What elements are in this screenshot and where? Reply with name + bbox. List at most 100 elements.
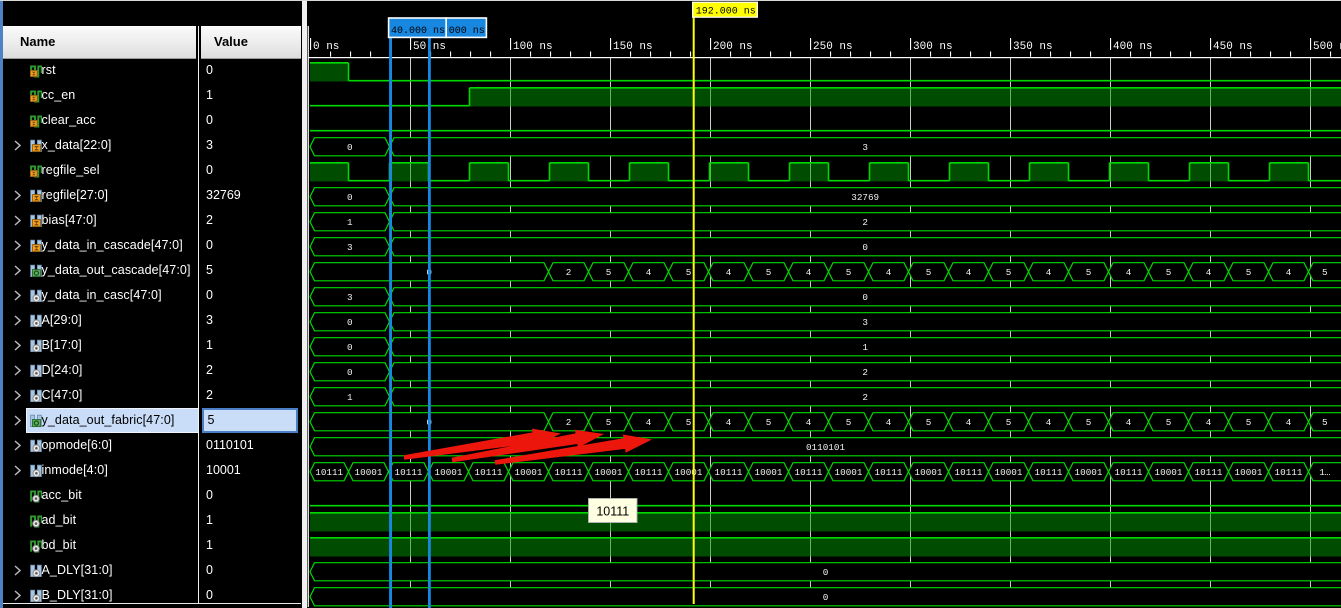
svg-text:100 ns: 100 ns (513, 41, 553, 53)
svg-text:2: 2 (566, 417, 572, 428)
svg-text:10111: 10111 (315, 467, 343, 478)
svg-text:10001: 10001 (995, 467, 1023, 478)
svg-text:5: 5 (606, 267, 612, 278)
svg-text:0: 0 (823, 592, 829, 603)
svg-text:450 ns: 450 ns (1213, 41, 1253, 53)
svg-text:2: 2 (862, 367, 868, 378)
svg-text:10001: 10001 (1075, 467, 1103, 478)
svg-text:5: 5 (1322, 267, 1328, 278)
svg-text:10111: 10111 (795, 467, 823, 478)
svg-text:000 ns: 000 ns (449, 26, 485, 37)
svg-text:10001: 10001 (1235, 467, 1263, 478)
svg-text:1…: 1… (1319, 467, 1331, 478)
svg-text:10001: 10001 (755, 467, 783, 478)
svg-text:5: 5 (1006, 267, 1012, 278)
svg-text:0: 0 (347, 367, 353, 378)
svg-text:4: 4 (1286, 417, 1292, 428)
svg-text:200 ns: 200 ns (713, 41, 753, 53)
svg-text:1: 1 (347, 392, 353, 403)
svg-text:400 ns: 400 ns (1113, 41, 1153, 53)
svg-text:5: 5 (1086, 267, 1092, 278)
svg-text:5: 5 (1166, 417, 1172, 428)
svg-text:350 ns: 350 ns (1013, 41, 1053, 53)
svg-text:5: 5 (1166, 267, 1172, 278)
svg-text:1: 1 (347, 217, 353, 228)
svg-text:10001: 10001 (515, 467, 543, 478)
svg-text:0: 0 (862, 242, 868, 253)
svg-text:150 ns: 150 ns (613, 41, 653, 53)
svg-text:0: 0 (347, 142, 353, 153)
svg-text:32769: 32769 (851, 192, 879, 203)
svg-text:4: 4 (806, 267, 812, 278)
svg-text:10111: 10111 (715, 467, 743, 478)
svg-text:5: 5 (1006, 417, 1012, 428)
svg-text:3: 3 (347, 242, 353, 253)
svg-text:10111: 10111 (1035, 467, 1063, 478)
svg-text:10111: 10111 (955, 467, 983, 478)
svg-text:5: 5 (926, 267, 932, 278)
svg-text:0: 0 (823, 567, 829, 578)
svg-text:10001: 10001 (435, 467, 463, 478)
svg-text:4: 4 (1206, 267, 1212, 278)
svg-text:10111: 10111 (635, 467, 663, 478)
svg-text:192.000 ns: 192.000 ns (696, 7, 756, 18)
svg-text:5: 5 (1246, 417, 1252, 428)
svg-text:0: 0 (347, 342, 353, 353)
svg-text:10111: 10111 (596, 505, 629, 519)
svg-text:10001: 10001 (915, 467, 943, 478)
svg-text:3: 3 (862, 142, 868, 153)
svg-text:10111: 10111 (1195, 467, 1223, 478)
svg-text:10111: 10111 (555, 467, 583, 478)
svg-text:3: 3 (347, 292, 353, 303)
svg-text:4: 4 (646, 267, 652, 278)
svg-text:0: 0 (347, 317, 353, 328)
svg-text:5: 5 (846, 417, 852, 428)
svg-text:10111: 10111 (395, 467, 423, 478)
svg-text:250 ns: 250 ns (813, 41, 853, 53)
svg-text:4: 4 (1046, 267, 1052, 278)
svg-text:10111: 10111 (1115, 467, 1143, 478)
svg-text:4: 4 (1206, 417, 1212, 428)
svg-text:2: 2 (566, 267, 572, 278)
svg-text:4: 4 (1286, 267, 1292, 278)
svg-text:10001: 10001 (835, 467, 863, 478)
svg-text:4: 4 (886, 267, 892, 278)
svg-text:10001: 10001 (595, 467, 623, 478)
svg-text:3: 3 (862, 317, 868, 328)
svg-text:40.000 ns: 40.000 ns (391, 26, 445, 37)
svg-text:10111: 10111 (475, 467, 503, 478)
svg-text:0 ns: 0 ns (313, 41, 339, 53)
svg-text:1: 1 (862, 342, 868, 353)
svg-text:10001: 10001 (355, 467, 383, 478)
svg-text:5: 5 (766, 417, 772, 428)
svg-text:0: 0 (347, 192, 353, 203)
svg-text:4: 4 (1126, 417, 1132, 428)
svg-text:5: 5 (686, 417, 692, 428)
svg-text:4: 4 (886, 417, 892, 428)
svg-text:5: 5 (926, 417, 932, 428)
svg-text:10001: 10001 (675, 467, 703, 478)
svg-text:500 ns: 500 ns (1313, 41, 1341, 53)
svg-text:4: 4 (646, 417, 652, 428)
svg-text:4: 4 (966, 267, 972, 278)
svg-text:5: 5 (766, 267, 772, 278)
svg-text:4: 4 (966, 417, 972, 428)
svg-text:5: 5 (1086, 417, 1092, 428)
svg-text:2: 2 (862, 217, 868, 228)
svg-text:0110101: 0110101 (806, 442, 845, 453)
svg-text:5: 5 (1322, 417, 1328, 428)
svg-text:4: 4 (806, 417, 812, 428)
svg-text:5: 5 (1246, 267, 1252, 278)
svg-text:4: 4 (1046, 417, 1052, 428)
svg-text:5: 5 (606, 417, 612, 428)
svg-text:10111: 10111 (875, 467, 903, 478)
svg-text:4: 4 (726, 417, 732, 428)
svg-text:10111: 10111 (1275, 467, 1303, 478)
svg-text:300 ns: 300 ns (913, 41, 953, 53)
svg-text:4: 4 (726, 267, 732, 278)
svg-text:10001: 10001 (1155, 467, 1183, 478)
svg-text:5: 5 (846, 267, 852, 278)
svg-text:4: 4 (1126, 267, 1132, 278)
svg-text:5: 5 (686, 267, 692, 278)
svg-text:2: 2 (862, 392, 868, 403)
